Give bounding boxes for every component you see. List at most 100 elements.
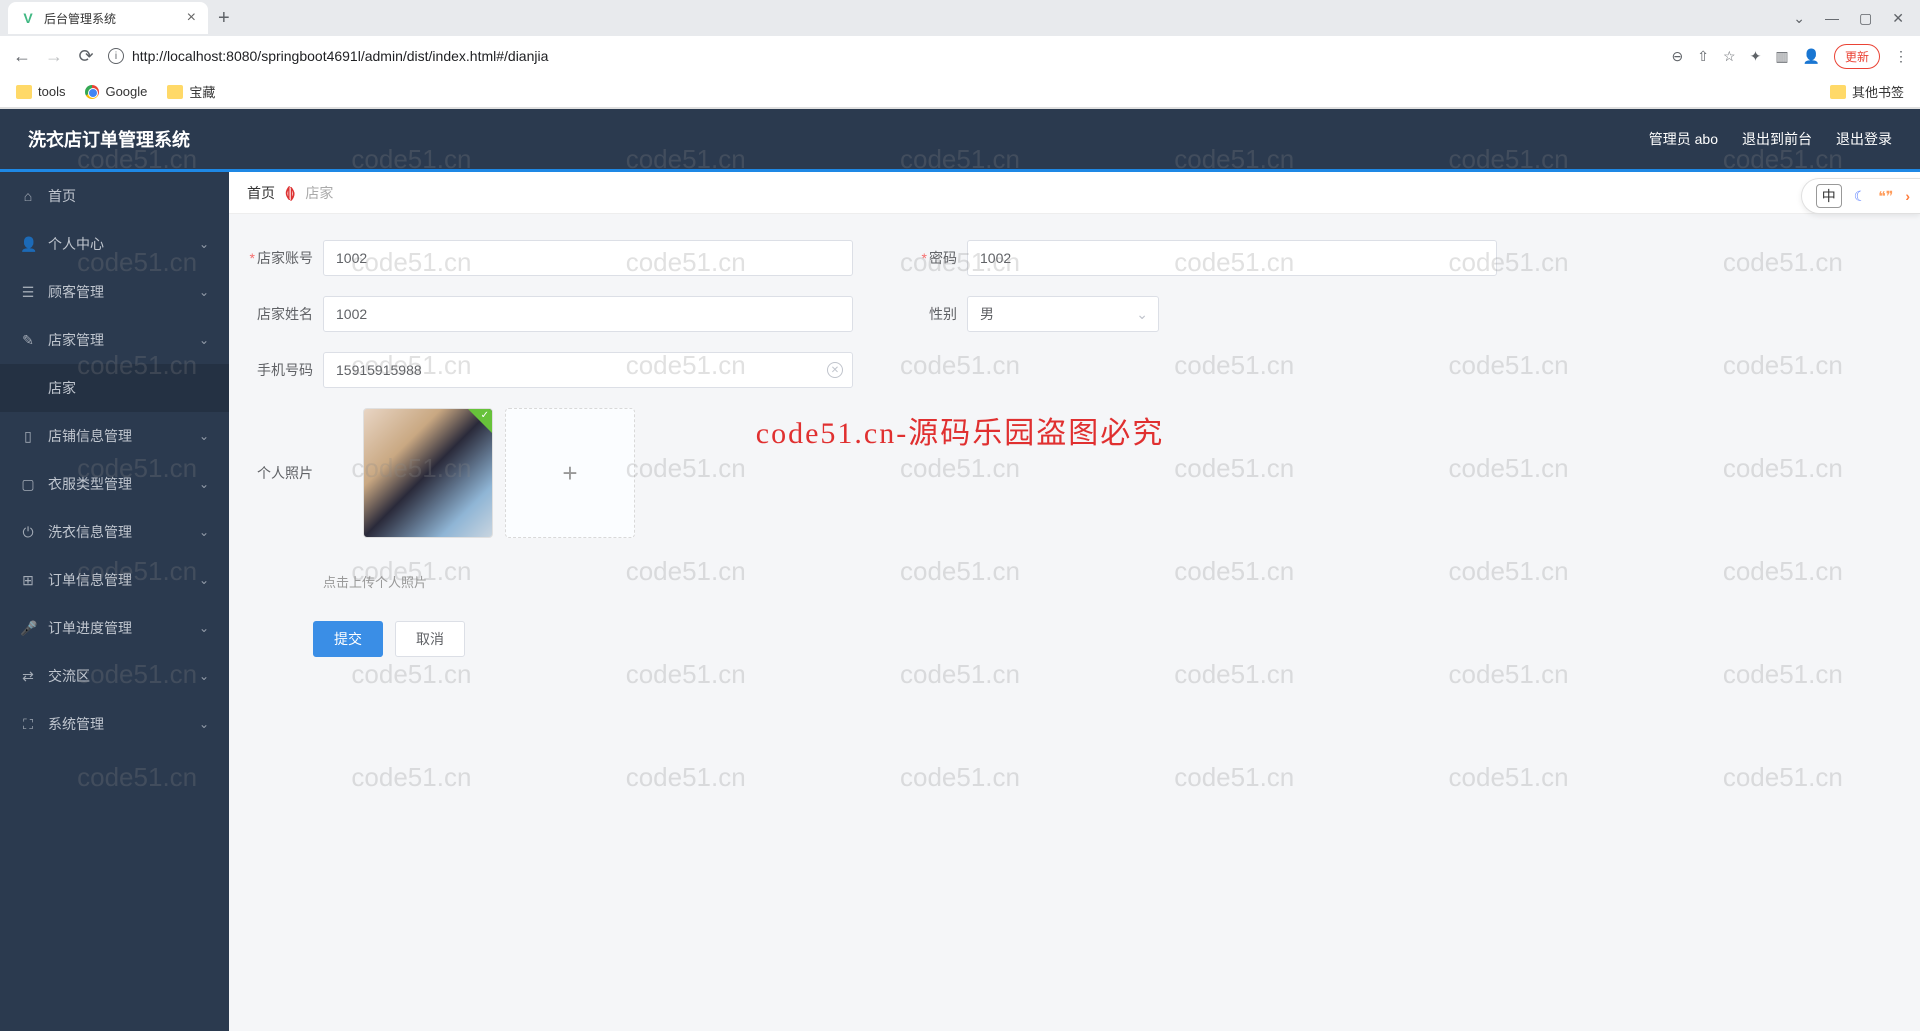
upload-add-button[interactable]: +: [505, 408, 635, 538]
breadcrumb-separator-icon: ⟬⟭: [285, 184, 295, 201]
sidebar-item-customer[interactable]: ☰顾客管理⌄: [0, 268, 229, 316]
float-toolbar: 中 ☾ ❝❞ ›: [1801, 178, 1920, 214]
window-controls: ⌄ — ▢ ✕: [1793, 10, 1920, 27]
power-icon: ⏻: [20, 524, 36, 541]
breadcrumb-home[interactable]: 首页: [247, 183, 275, 203]
chevron-down-icon: ⌄: [199, 333, 209, 347]
vue-icon: V: [20, 10, 36, 26]
tab-title: 后台管理系统: [44, 10, 116, 27]
to-front-button[interactable]: 退出到前台: [1742, 129, 1812, 149]
zoom-icon[interactable]: ⊖: [1672, 48, 1684, 65]
breadcrumb: 首页 ⟬⟭ 店家: [229, 172, 1920, 214]
url-text: http://localhost:8080/springboot4691l/ad…: [132, 48, 548, 64]
browser-chrome: V 后台管理系统 × + ⌄ — ▢ ✕ ← → ⟳ i http://loca…: [0, 0, 1920, 109]
chevron-down-icon: ⌄: [199, 717, 209, 731]
sidebar-item-clothes-type[interactable]: ▢衣服类型管理⌄: [0, 460, 229, 508]
chevron-down-icon: ⌄: [199, 621, 209, 635]
tab-bar: V 后台管理系统 × + ⌄ — ▢ ✕: [0, 0, 1920, 36]
chevron-down-icon: ⌄: [199, 573, 209, 587]
account-label: 店家账号: [249, 248, 323, 268]
edit-icon: ✎: [20, 332, 36, 349]
app-header: 洗衣店订单管理系统 管理员 abo 退出到前台 退出登录: [0, 109, 1920, 169]
chart-icon: ▯: [20, 428, 36, 445]
list-icon: ☰: [20, 284, 36, 301]
chevron-down-icon: ⌄: [199, 429, 209, 443]
folder-icon: [16, 85, 32, 99]
browser-tab[interactable]: V 后台管理系统 ×: [8, 2, 208, 34]
cancel-button[interactable]: 取消: [395, 621, 465, 657]
folder-icon: [1830, 85, 1846, 99]
menu-icon[interactable]: ⋮: [1894, 48, 1908, 65]
quote-icon[interactable]: ❝❞: [1878, 188, 1893, 205]
dropdown-icon[interactable]: ⌄: [1793, 10, 1805, 27]
grid-icon: ⊞: [20, 572, 36, 589]
extensions-icon[interactable]: ✦: [1750, 48, 1762, 65]
address-bar: ← → ⟳ i http://localhost:8080/springboot…: [0, 36, 1920, 76]
bookmark-google[interactable]: Google: [85, 84, 147, 99]
crop-icon: ▢: [20, 476, 36, 493]
profile-icon[interactable]: 👤: [1803, 48, 1820, 65]
sidebar: ⌂首页 👤个人中心⌄ ☰顾客管理⌄ ✎店家管理⌄ 店家 ▯店铺信息管理⌄ ▢衣服…: [0, 172, 229, 1031]
sidebar-item-wash-info[interactable]: ⏻洗衣信息管理⌄: [0, 508, 229, 556]
side-panel-icon[interactable]: ▥: [1775, 48, 1788, 65]
chevron-down-icon: ⌄: [199, 669, 209, 683]
chevron-down-icon: ⌄: [199, 237, 209, 251]
sidebar-item-personal[interactable]: 👤个人中心⌄: [0, 220, 229, 268]
admin-label[interactable]: 管理员 abo: [1649, 129, 1718, 149]
breadcrumb-current: 店家: [305, 183, 333, 203]
sidebar-item-order-info[interactable]: ⊞订单信息管理⌄: [0, 556, 229, 604]
share-icon[interactable]: ⇧: [1697, 48, 1709, 65]
user-icon: 👤: [20, 236, 36, 253]
bookmark-other[interactable]: 其他书签: [1830, 82, 1904, 101]
name-input[interactable]: [323, 296, 853, 332]
phone-label: 手机号码: [249, 360, 323, 380]
sidebar-item-order-progress[interactable]: 🎤订单进度管理⌄: [0, 604, 229, 652]
forward-button[interactable]: →: [44, 46, 64, 67]
bookmark-treasure[interactable]: 宝藏: [167, 82, 215, 101]
account-input[interactable]: [323, 240, 853, 276]
sidebar-sub-shop[interactable]: 店家: [0, 364, 229, 412]
folder-icon: [167, 85, 183, 99]
close-icon[interactable]: ×: [187, 9, 196, 27]
main-content: 首页 ⟬⟭ 店家 店家账号 密码 店家姓名: [229, 172, 1920, 1031]
chrome-icon: [85, 85, 99, 99]
site-info-icon[interactable]: i: [108, 48, 124, 64]
gender-select[interactable]: 男: [967, 296, 1159, 332]
submit-button[interactable]: 提交: [313, 621, 383, 657]
phone-input[interactable]: [323, 352, 853, 388]
name-label: 店家姓名: [249, 304, 323, 324]
minimize-icon[interactable]: —: [1825, 10, 1839, 27]
home-icon: ⌂: [20, 188, 36, 204]
form-area: 店家账号 密码 店家姓名 性别 男: [229, 214, 1920, 683]
maximize-icon[interactable]: ▢: [1859, 10, 1872, 27]
sidebar-item-forum[interactable]: ⇄交流区⌄: [0, 652, 229, 700]
logout-button[interactable]: 退出登录: [1836, 129, 1892, 149]
gender-label: 性别: [893, 304, 967, 324]
sidebar-item-store-info[interactable]: ▯店铺信息管理⌄: [0, 412, 229, 460]
chevron-down-icon: ⌄: [199, 477, 209, 491]
update-button[interactable]: 更新: [1834, 44, 1880, 69]
sidebar-item-shop[interactable]: ✎店家管理⌄: [0, 316, 229, 364]
close-window-icon[interactable]: ✕: [1892, 10, 1904, 27]
photo-label: 个人照片: [249, 463, 323, 483]
lang-button[interactable]: 中: [1816, 184, 1842, 208]
clear-icon[interactable]: ✕: [827, 362, 843, 378]
image-preview[interactable]: [363, 408, 493, 538]
back-button[interactable]: ←: [12, 46, 32, 67]
password-input[interactable]: [967, 240, 1497, 276]
bookmark-bar: tools Google 宝藏 其他书签: [0, 76, 1920, 108]
star-icon[interactable]: ☆: [1723, 48, 1736, 65]
swap-icon: ⇄: [20, 668, 36, 685]
new-tab-button[interactable]: +: [208, 7, 240, 30]
upload-hint: 点击上传个人照片: [323, 572, 1900, 591]
password-label: 密码: [893, 248, 967, 268]
url-bar[interactable]: i http://localhost:8080/springboot4691l/…: [108, 48, 1660, 64]
moon-icon[interactable]: ☾: [1854, 188, 1867, 205]
chevron-down-icon: ⌄: [199, 525, 209, 539]
sidebar-item-system[interactable]: ⛶系统管理⌄: [0, 700, 229, 748]
bookmark-tools[interactable]: tools: [16, 84, 65, 99]
sidebar-item-home[interactable]: ⌂首页: [0, 172, 229, 220]
reload-button[interactable]: ⟳: [76, 46, 96, 67]
arrow-right-icon[interactable]: ›: [1905, 188, 1910, 204]
app-title: 洗衣店订单管理系统: [28, 126, 190, 152]
